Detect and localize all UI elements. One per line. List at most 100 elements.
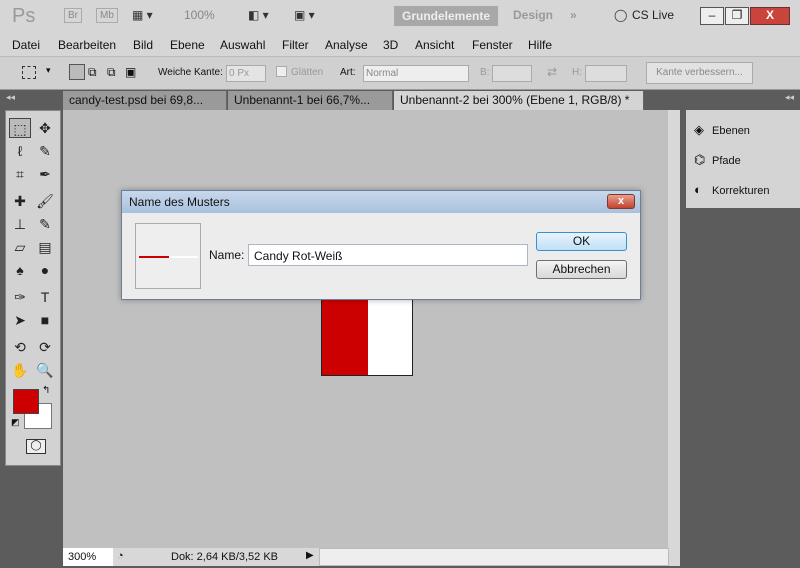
shape-tool-icon[interactable]: ■ xyxy=(34,310,56,330)
arrange-documents-icon[interactable]: ◧ ▾ xyxy=(248,8,269,22)
restore-button[interactable]: ❐ xyxy=(725,7,749,25)
type-tool-icon[interactable]: T xyxy=(34,287,56,307)
quick-selection-tool-icon[interactable]: ✎ xyxy=(34,141,56,161)
path-selection-icon[interactable]: ➤ xyxy=(9,310,31,330)
dodge-tool-icon[interactable]: ● xyxy=(34,260,56,280)
blur-tool-icon[interactable]: ♠ xyxy=(9,260,31,280)
name-input[interactable]: Candy Rot-Weiß xyxy=(248,244,528,266)
antialias-label: Glätten xyxy=(291,67,324,78)
screen-mode-icon[interactable]: ▣ ▾ xyxy=(294,8,315,22)
status-menu-arrow-icon[interactable]: ▶ xyxy=(306,550,314,561)
tab-candy-test[interactable]: candy-test.psd bei 69,8...x xyxy=(63,91,227,121)
refine-edge-button[interactable]: Kante verbessern... xyxy=(646,62,753,84)
view-extras-icon[interactable]: ▦ ▾ xyxy=(132,8,153,22)
eraser-tool-icon[interactable]: ▱ xyxy=(9,237,31,257)
menu-fenster[interactable]: Fenster xyxy=(472,38,513,52)
workspace-design[interactable]: Design xyxy=(513,8,553,22)
cslive-menu[interactable]: CS Live xyxy=(632,8,674,22)
swap-dimensions-icon[interactable]: ⇄ xyxy=(547,65,557,79)
move-tool-icon[interactable]: ✥ xyxy=(34,118,56,138)
lasso-tool-icon[interactable]: ℓ xyxy=(9,141,31,161)
zoom-tool-icon[interactable]: 🔍 xyxy=(34,360,56,380)
new-selection-icon[interactable] xyxy=(69,64,85,80)
pen-tool-icon[interactable]: ✑ xyxy=(9,287,31,307)
preset-chevron-icon[interactable]: ▾ xyxy=(46,65,51,76)
menu-datei[interactable]: Datei xyxy=(12,38,40,52)
tab-label: Unbenannt-1 bei 66,7%... xyxy=(234,93,371,107)
panel-label: Pfade xyxy=(712,155,741,167)
intersect-selection-icon[interactable]: ▣ xyxy=(125,65,136,79)
hand-tool-icon[interactable]: ✋ xyxy=(9,360,31,380)
menu-ansicht[interactable]: Ansicht xyxy=(415,38,454,52)
style-select[interactable]: Normal xyxy=(363,65,469,82)
status-bar: 300% ◔ Dok: 2,64 KB/3,52 KB ▶ xyxy=(63,548,680,566)
menu-auswahl[interactable]: Auswahl xyxy=(220,38,265,52)
antialias-checkbox[interactable] xyxy=(276,66,287,77)
vertical-scrollbar[interactable] xyxy=(668,110,680,548)
panel-korrekturen[interactable]: ◐ Korrekturen xyxy=(694,182,769,197)
minibridge-button[interactable]: Mb xyxy=(96,8,118,23)
cslive-icon: ◯ xyxy=(614,8,628,22)
crop-tool-icon[interactable]: ⌗ xyxy=(9,164,31,184)
width-label: B: xyxy=(480,67,490,78)
default-colors-icon[interactable]: ◩ xyxy=(11,417,20,428)
swap-colors-icon[interactable]: ↰ xyxy=(42,385,50,396)
tab-unbenannt-2[interactable]: Unbenannt-2 bei 300% (Ebene 1, RGB/8) *x xyxy=(394,91,644,121)
quick-mask-icon[interactable]: ◯ xyxy=(26,439,46,454)
brush-tool-icon[interactable]: 🖌 xyxy=(34,191,56,211)
more-workspaces-button[interactable]: » xyxy=(570,8,577,22)
add-selection-icon[interactable]: ⧉ xyxy=(88,65,97,80)
feather-input[interactable]: 0 Px xyxy=(226,65,266,82)
zoom-level-dropdown[interactable]: 100% xyxy=(184,8,215,22)
doc-size-text: Dok: 2,64 KB/3,52 KB xyxy=(171,551,279,563)
white-stripe xyxy=(368,297,412,375)
panel-pfade[interactable]: ⌬ Pfade xyxy=(694,152,741,168)
dialog-close-button[interactable]: x xyxy=(607,194,635,209)
workspace-grundelemente[interactable]: Grundelemente xyxy=(394,6,499,26)
status-info-icon[interactable]: ◔ xyxy=(117,550,124,562)
panel-dock: ◈ Ebenen ⌬ Pfade ◐ Korrekturen xyxy=(686,110,800,208)
application-bar: Ps Br Mb ▦ ▾ 100% ◧ ▾ ▣ ▾ Grundelemente … xyxy=(0,0,800,36)
close-window-button[interactable]: X xyxy=(750,7,790,25)
history-brush-icon[interactable]: ✎ xyxy=(34,214,56,234)
paths-icon: ⌬ xyxy=(694,152,706,167)
canvas-area xyxy=(63,110,668,548)
foreground-color-swatch[interactable] xyxy=(13,389,39,414)
clone-stamp-icon[interactable]: ⊥ xyxy=(9,214,31,234)
horizontal-scrollbar[interactable] xyxy=(319,548,669,566)
3d-orbit-icon[interactable]: ⟳ xyxy=(34,337,56,357)
minimize-button[interactable]: – xyxy=(700,7,724,25)
panel-label: Ebenen xyxy=(712,125,750,137)
zoom-field[interactable]: 300% xyxy=(63,548,113,566)
height-input[interactable] xyxy=(585,65,627,82)
panel-ebenen[interactable]: ◈ Ebenen xyxy=(694,122,750,138)
subtract-selection-icon[interactable]: ⧉ xyxy=(107,65,116,80)
collapse-tools-icon[interactable]: ◂◂ xyxy=(6,92,15,103)
eyedropper-tool-icon[interactable]: ✒ xyxy=(34,164,56,184)
document-canvas[interactable] xyxy=(321,296,413,376)
menu-analyse[interactable]: Analyse xyxy=(325,38,368,52)
panel-label: Korrekturen xyxy=(712,185,770,197)
menu-hilfe[interactable]: Hilfe xyxy=(528,38,552,52)
menu-ebene[interactable]: Ebene xyxy=(170,38,205,52)
width-input[interactable] xyxy=(492,65,532,82)
gradient-tool-icon[interactable]: ▤ xyxy=(34,237,56,257)
marquee-tool-icon[interactable]: ⬚ xyxy=(9,118,31,138)
cancel-button[interactable]: Abbrechen xyxy=(536,260,627,279)
tab-unbenannt-1[interactable]: Unbenannt-1 bei 66,7%...x xyxy=(228,91,393,121)
bridge-button[interactable]: Br xyxy=(64,8,82,23)
menu-filter[interactable]: Filter xyxy=(282,38,309,52)
menu-bearbeiten[interactable]: Bearbeiten xyxy=(58,38,116,52)
tab-label: candy-test.psd bei 69,8... xyxy=(69,93,204,107)
tab-label: Unbenannt-2 bei 300% (Ebene 1, RGB/8) * xyxy=(400,93,630,107)
menu-bild[interactable]: Bild xyxy=(133,38,153,52)
ok-button[interactable]: OK xyxy=(536,232,627,251)
menu-3d[interactable]: 3D xyxy=(383,38,398,52)
pattern-name-dialog: Name des Musters x Name: Candy Rot-Weiß … xyxy=(121,190,641,300)
3d-rotate-icon[interactable]: ⟲ xyxy=(9,337,31,357)
healing-brush-icon[interactable]: ✚ xyxy=(9,191,31,211)
marquee-preset-icon[interactable] xyxy=(22,66,36,79)
collapse-panels-icon[interactable]: ◂◂ xyxy=(785,92,794,103)
toolbox: ⬚ ✥ ℓ ✎ ⌗ ✒ ✚ 🖌 ⊥ ✎ ▱ ▤ ♠ ● ✑ T ➤ ■ ⟲ ⟳ … xyxy=(5,110,61,466)
feather-label: Weiche Kante: xyxy=(158,67,223,78)
